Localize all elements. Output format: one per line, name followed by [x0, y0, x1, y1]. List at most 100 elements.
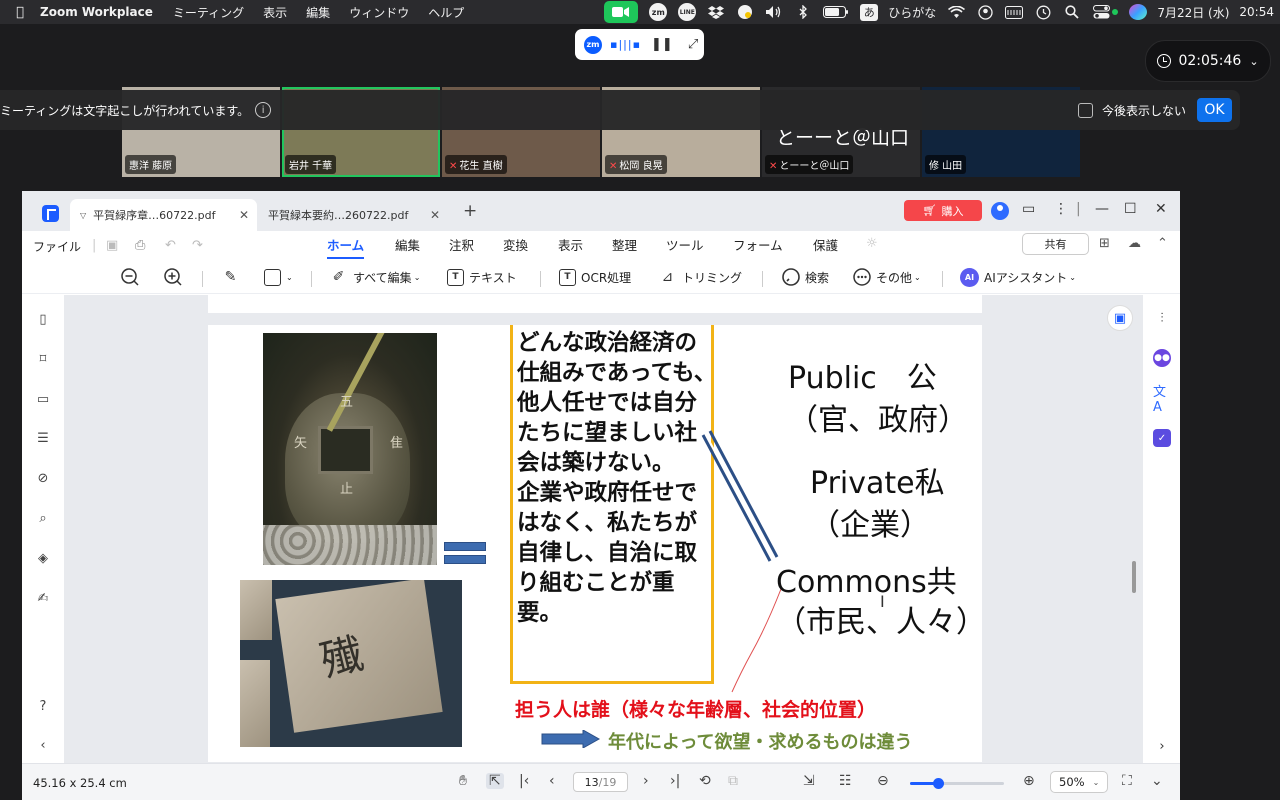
battery-icon[interactable] [823, 3, 849, 21]
dont-show-again-checkbox[interactable] [1078, 103, 1093, 118]
spotlight-search-icon[interactable] [1063, 3, 1081, 21]
generational-difference-text[interactable]: 年代によって欲望・求めるものは違う [608, 728, 913, 754]
lightbulb-icon[interactable]: ☼ [866, 236, 878, 251]
ribbon-tab-form[interactable]: フォーム [733, 235, 783, 254]
first-page-icon[interactable]: |‹ [519, 773, 529, 789]
menu-help[interactable]: ヘルプ [428, 4, 464, 21]
layers-icon[interactable]: ◈ [35, 550, 51, 566]
zoom-in-button[interactable] [163, 265, 183, 289]
full-screen-icon[interactable]: ⛶ [1122, 773, 1132, 789]
tab-document-2[interactable]: 平賀緑本要約…260722.pdf ✕ [260, 199, 448, 231]
workflow-icon[interactable]: ⊞ [1099, 236, 1110, 251]
user-account-icon[interactable] [976, 3, 994, 21]
info-icon[interactable]: i [255, 102, 272, 118]
more-tools-button[interactable]: その他 ⌄ [852, 265, 921, 289]
chevron-down-icon[interactable]: ▽ [80, 211, 86, 220]
properties-sliders-icon[interactable]: ⫶ [1153, 309, 1171, 327]
app-name-menu[interactable]: Zoom Workplace [40, 5, 153, 19]
document-canvas[interactable]: 五 隹 止 矢 殱 どんな政治経済の仕組みであっても、他人任せでは自分たちに望ま… [64, 295, 1143, 763]
tab-document-1[interactable]: ▽ 平賀緑序章…60722.pdf ✕ [70, 199, 257, 231]
ai-chat-icon[interactable]: ●● [1153, 349, 1171, 367]
ribbon-tab-view[interactable]: 表示 [558, 235, 583, 254]
undo-icon[interactable]: ↶ [165, 238, 176, 253]
control-center-icon[interactable] [1092, 3, 1110, 21]
last-page-icon[interactable]: ›| [670, 773, 680, 789]
menubar-date[interactable]: 7月22日 (水) [1157, 4, 1229, 21]
zoom-video-status-icon[interactable] [604, 1, 639, 23]
print-icon[interactable]: ⎙ [135, 238, 145, 253]
checklist-icon[interactable]: ✓ [1153, 429, 1171, 447]
zoom-slider-knob[interactable] [933, 778, 945, 789]
menu-view[interactable]: 表示 [263, 4, 287, 21]
commons-sublabel[interactable]: （市民、人々） [776, 597, 982, 641]
close-tab-icon[interactable]: ✕ [239, 208, 249, 222]
buy-button[interactable]: 🛒︎ 購入 [904, 200, 982, 221]
crop-button[interactable]: ⊿ トリミング [658, 265, 742, 289]
attachment-icon[interactable]: ⊘ [35, 470, 51, 486]
who-bears-it-text[interactable]: 担う人は誰（様々な年齢層、社会的位置） [515, 695, 876, 722]
menu-meeting[interactable]: ミーティング [173, 4, 244, 21]
ribbon-tab-home[interactable]: ホーム [327, 235, 365, 259]
input-method-icon[interactable]: あ [860, 3, 879, 21]
dont-show-again-label[interactable]: 今後表示しない [1102, 102, 1186, 119]
help-icon[interactable]: ? [35, 698, 51, 714]
zoom-out-icon[interactable]: ⊖ [877, 773, 889, 789]
close-window-button[interactable]: ✕ [1155, 201, 1167, 217]
share-button[interactable]: 共有 [1022, 233, 1089, 255]
page-layout-icon[interactable]: ☷ [839, 773, 852, 789]
save-icon[interactable]: ▣ [106, 238, 118, 253]
volume-icon[interactable] [765, 3, 783, 21]
expand-window-icon[interactable]: ⤢ [688, 37, 698, 52]
hand-sync-icon[interactable] [736, 3, 754, 21]
zoom-out-button[interactable] [120, 265, 140, 289]
zoom-slider[interactable] [910, 778, 1004, 789]
ai-assistant-button[interactable]: AI AIアシスタント ⌄ [960, 265, 1076, 289]
commons-label[interactable]: Commons共 [776, 557, 957, 601]
minimize-window-button[interactable]: — [1095, 201, 1109, 217]
more-options-icon[interactable]: ⋮ [1054, 201, 1068, 217]
search-icon[interactable]: ⌕ [35, 510, 51, 526]
menu-window[interactable]: ウィンドウ [349, 4, 409, 21]
message-icon[interactable]: ▭ [1022, 201, 1035, 217]
add-text-button[interactable]: T テキスト [447, 265, 517, 289]
fit-width-icon[interactable]: ⇲ [803, 773, 815, 789]
page-number-input[interactable]: 13/19 [573, 772, 628, 792]
expand-right-icon[interactable]: › [1153, 737, 1171, 755]
comment-icon[interactable]: ▭ [35, 391, 51, 407]
user-avatar-icon[interactable] [991, 202, 1009, 220]
dropbox-icon[interactable] [707, 3, 725, 21]
zoom-level-select[interactable]: 50% ⌄ [1050, 771, 1108, 793]
close-tab-icon[interactable]: ✕ [430, 208, 440, 222]
vertical-scrollbar[interactable] [1132, 561, 1136, 593]
previous-page-icon[interactable]: ‹ [549, 773, 555, 789]
hand-tool-icon[interactable]: ✋︎ [459, 773, 467, 789]
pause-share-button[interactable]: ❚❚ [651, 37, 673, 52]
collapse-left-icon[interactable]: ‹ [35, 737, 51, 753]
edit-all-button[interactable]: ✐ すべて編集 ⌄ [329, 265, 421, 289]
input-method-label[interactable]: ひらがな [888, 4, 936, 21]
redo-icon[interactable]: ↷ [192, 238, 203, 253]
page-thumbnail-icon[interactable]: ▯ [35, 311, 51, 327]
maximize-window-button[interactable]: ☐ [1124, 201, 1137, 217]
extract-page-icon[interactable]: ⧉ [728, 773, 738, 789]
translate-icon[interactable]: 文A [1153, 385, 1171, 415]
cloud-upload-icon[interactable]: ☁ [1128, 236, 1141, 251]
ribbon-tab-tools[interactable]: ツール [666, 235, 704, 254]
private-label[interactable]: Private私 [810, 458, 945, 502]
ribbon-tab-convert[interactable]: 変換 [503, 235, 528, 254]
time-machine-icon[interactable] [1034, 3, 1052, 21]
signature-icon[interactable]: ✍ [35, 590, 51, 606]
shape-button[interactable]: ⌄ [264, 265, 293, 289]
scroll-down-icon[interactable]: ⌄ [1151, 773, 1163, 789]
menu-edit[interactable]: 編集 [306, 4, 330, 21]
ribbon-tab-edit[interactable]: 編集 [395, 235, 420, 254]
collapse-ribbon-icon[interactable]: ⌃ [1157, 236, 1168, 251]
ribbon-tab-organize[interactable]: 整理 [612, 235, 637, 254]
main-statement-text[interactable]: どんな政治経済の仕組みであっても、他人任せでは自分たちに望ましい社会は築けない。… [517, 328, 717, 628]
select-tool-icon[interactable]: ⇱ [486, 773, 504, 789]
ribbon-tab-protect[interactable]: 保護 [813, 235, 838, 254]
siri-icon[interactable] [1129, 4, 1148, 20]
ok-button[interactable]: OK [1197, 98, 1232, 122]
next-page-icon[interactable]: › [643, 773, 649, 789]
ocr-button[interactable]: T OCR処理 [559, 265, 631, 289]
